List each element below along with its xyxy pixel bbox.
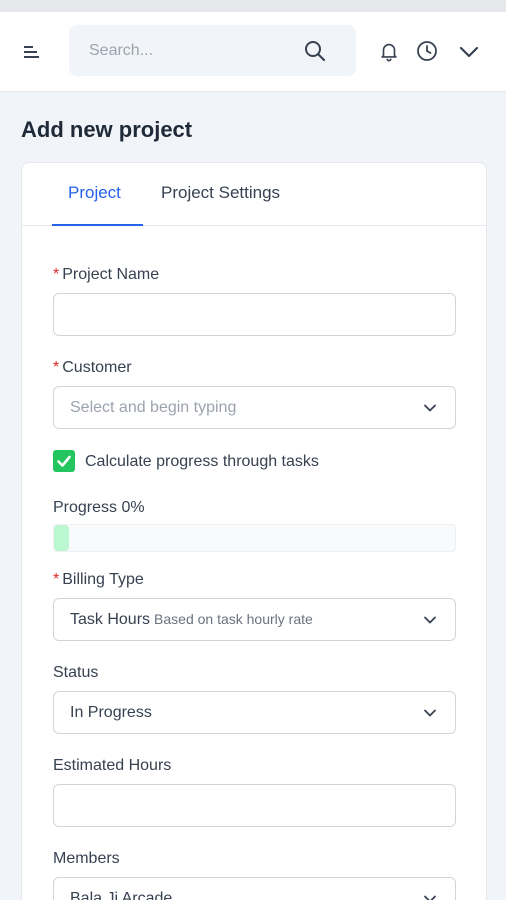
customer-label-text: Customer [62,359,132,376]
bell-icon[interactable] [378,40,400,62]
calculate-progress-checkbox[interactable] [53,450,75,472]
tab-project[interactable]: Project [68,183,121,203]
progress-bar[interactable] [53,524,456,552]
members-value: Bala Ji Arcade [70,890,173,900]
chevron-down-icon[interactable] [457,40,481,64]
billing-type-subtext: Based on task hourly rate [154,611,313,627]
chevron-down-icon [424,616,436,624]
progress-fill [54,525,69,551]
project-name-input[interactable] [54,294,455,335]
page-title: Add new project [21,117,193,142]
chevron-down-icon [424,709,436,717]
top-header [0,12,506,92]
project-form-card: Project Project Settings * Project Name *… [21,162,487,900]
menu-icon[interactable] [22,42,42,62]
chevron-down-icon [424,404,436,412]
active-tab-indicator [52,224,143,226]
checkmark-icon [57,455,71,467]
calculate-progress-label[interactable]: Calculate progress through tasks [85,453,319,471]
status-label: Status [53,664,99,681]
estimated-hours-label: Estimated Hours [53,757,172,774]
billing-type-value-text: Task Hours [70,611,151,628]
members-label: Members [53,850,120,867]
window-top-bar [0,0,506,12]
billing-type-select[interactable]: Task Hours Based on task hourly rate [53,598,456,641]
clock-icon[interactable] [415,39,439,63]
chevron-down-icon [424,895,436,900]
project-name-label: * Project Name [53,266,159,284]
required-marker: * [53,359,60,376]
tab-bar: Project Project Settings [22,163,486,226]
progress-label: Progress 0% [53,499,145,516]
status-value: In Progress [70,704,152,721]
estimated-hours-field [53,784,456,827]
project-name-label-text: Project Name [62,266,160,283]
billing-type-label: * Billing Type [53,571,144,589]
search-box [69,25,356,76]
billing-type-label-text: Billing Type [62,571,144,588]
customer-placeholder: Select and begin typing [70,399,237,416]
customer-select[interactable]: Select and begin typing [53,386,456,429]
estimated-hours-input[interactable] [54,785,455,826]
required-marker: * [53,266,60,283]
search-icon[interactable] [303,39,327,63]
customer-label: * Customer [53,359,132,377]
status-select[interactable]: In Progress [53,691,456,734]
required-marker: * [53,571,60,588]
tab-project-settings[interactable]: Project Settings [161,183,280,203]
project-name-field [53,293,456,336]
billing-type-value: Task Hours Based on task hourly rate [70,611,313,629]
search-input[interactable] [89,39,289,63]
members-select[interactable]: Bala Ji Arcade [53,877,456,900]
